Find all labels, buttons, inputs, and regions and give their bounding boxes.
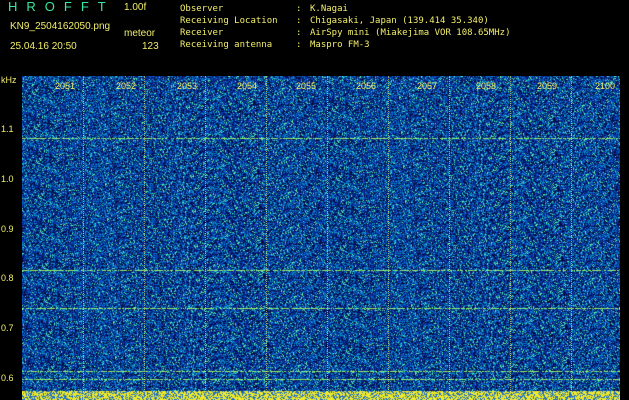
- x-tick-label: 2056: [356, 81, 377, 91]
- y-axis-unit: kHz: [1, 75, 17, 85]
- app-title: HROFFT: [8, 0, 115, 14]
- meteor-label: meteor: [124, 28, 156, 39]
- info-row-observer: Observer : K.Nagai: [180, 3, 510, 15]
- info-separator: :: [296, 40, 302, 50]
- info-row-location: Receiving Location : Chigasaki, Japan (1…: [180, 15, 510, 27]
- x-tick-label: 2053: [177, 81, 198, 91]
- grid-line: [144, 76, 146, 392]
- meteor-count: 123: [142, 41, 159, 52]
- y-tick-label: 0.6: [1, 373, 14, 383]
- x-tick-label: 2059: [537, 81, 558, 91]
- x-tick-label: 2055: [296, 81, 317, 91]
- info-key: Observer: [180, 4, 224, 14]
- x-tick-label: 2057: [417, 81, 438, 91]
- info-value: Maspro FM-3: [310, 40, 370, 50]
- x-tick-label: 2052: [116, 81, 137, 91]
- info-row-antenna: Receiving antenna : Maspro FM-3: [180, 39, 510, 51]
- info-value: AirSpy mini (Miakejima VOR 108.65MHz): [310, 28, 511, 38]
- info-key: Receiving antenna: [180, 40, 273, 50]
- x-tick-label: 2051: [55, 81, 76, 91]
- grid-line: [266, 76, 268, 392]
- y-tick-label: 1.0: [1, 174, 14, 184]
- y-tick-label: 1.1: [1, 124, 14, 134]
- filename-label: KN9_2504162050.png: [10, 21, 111, 32]
- spectrogram-canvas[interactable]: [22, 76, 620, 400]
- info-row-receiver: Receiver : AirSpy mini (Miakejima VOR 10…: [180, 27, 510, 39]
- version-label: 1.00f: [124, 2, 147, 13]
- timestamp-label: 25.04.16 20:50: [10, 41, 77, 52]
- info-key: Receiving Location: [180, 16, 278, 26]
- info-value: K.Nagai: [310, 4, 348, 14]
- grid-line: [510, 76, 512, 392]
- info-separator: :: [296, 16, 302, 26]
- observation-info: Observer : K.Nagai Receiving Location : …: [180, 3, 510, 51]
- grid-line: [83, 76, 85, 392]
- grid-line: [327, 76, 329, 392]
- grid-line: [571, 76, 573, 392]
- grid-line: [449, 76, 451, 392]
- grid-line: [388, 76, 390, 392]
- y-tick-label: 0.7: [1, 323, 14, 333]
- info-value: Chigasaki, Japan (139.414 35.340): [310, 16, 489, 26]
- info-separator: :: [296, 4, 302, 14]
- y-tick-label: 0.9: [1, 224, 14, 234]
- x-tick-label: 2054: [237, 81, 258, 91]
- grid-line: [205, 76, 207, 392]
- info-separator: :: [296, 28, 302, 38]
- y-tick-label: 0.8: [1, 273, 14, 283]
- x-tick-label: 2058: [476, 81, 497, 91]
- x-tick-label: 2100: [595, 81, 616, 91]
- info-key: Receiver: [180, 28, 224, 38]
